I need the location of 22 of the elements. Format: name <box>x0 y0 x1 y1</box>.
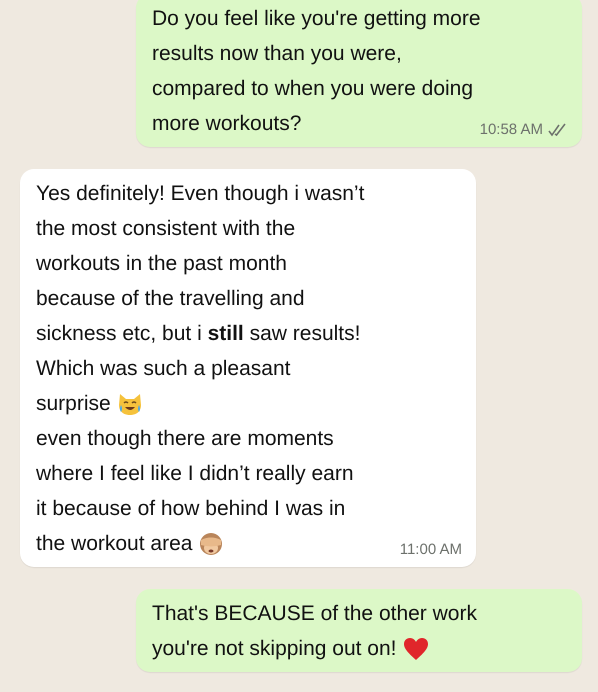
message-text: Which was such a pleasant <box>36 356 290 382</box>
message-text: surprise <box>36 391 111 417</box>
message-time: 10:58 AM <box>480 120 543 140</box>
message-text: the most consistent with the <box>36 216 296 242</box>
message-text: sickness etc, but i still saw results! <box>36 321 360 347</box>
message-text: That's BECAUSE of the other work <box>152 601 477 627</box>
message-text: it because of how behind I was in <box>36 496 346 522</box>
crying-cat-emoji-icon <box>116 392 143 416</box>
monkey-covering-eyes-emoji-icon <box>198 530 224 556</box>
message-text: results now than you were, <box>152 41 402 67</box>
message-text: Do you feel like you're getting more <box>152 6 481 32</box>
message-text: you're not skipping out on! <box>152 636 397 662</box>
message-text: because of the travelling and <box>36 286 305 312</box>
message-text: Yes definitely! Even though i wasn’t <box>36 181 364 207</box>
message-text: compared to when you were doing <box>152 76 474 102</box>
message-time: 11:00 AM <box>400 540 462 560</box>
message-text: even though there are moments <box>36 426 334 452</box>
message-text: workouts in the past month <box>36 251 287 277</box>
message-text: the workout area <box>36 531 192 557</box>
message-text: where I feel like I didn’t really earn <box>36 461 354 487</box>
message-text: more workouts? <box>152 111 302 137</box>
heart-emoji-icon <box>402 636 429 660</box>
